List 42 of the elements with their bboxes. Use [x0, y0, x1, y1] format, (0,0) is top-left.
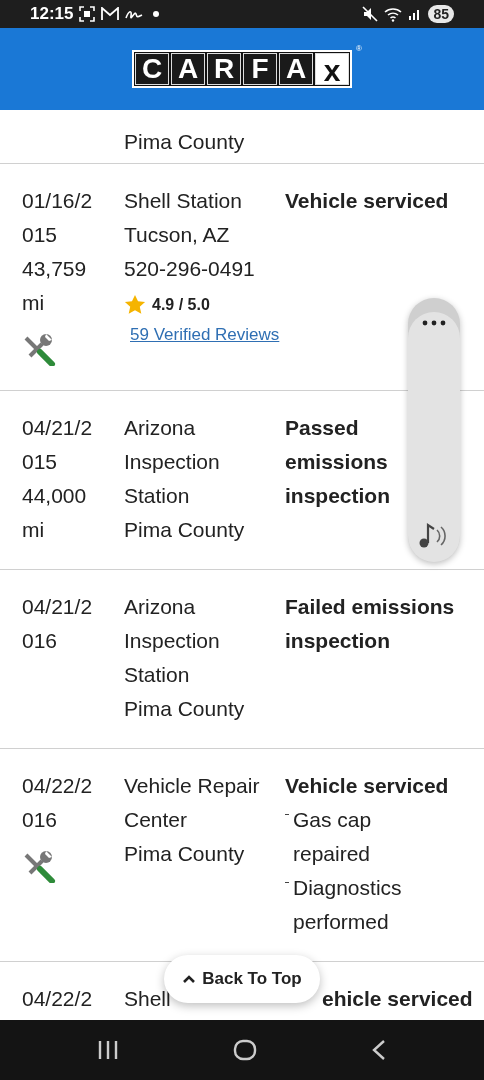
registered-mark: ® [356, 44, 362, 53]
mileage: 44,000 mi [22, 483, 88, 543]
clock: 12:15 [30, 4, 74, 24]
carfax-logo: C A R F A x [132, 50, 352, 88]
mail-icon [101, 7, 120, 21]
location-text: Pima County [124, 129, 246, 155]
location-text: Shell Station [124, 188, 243, 214]
event-title: Failed emissions inspection [285, 594, 456, 654]
music-note-icon[interactable] [418, 520, 448, 550]
location-text: Vehicle Repair Center [124, 773, 261, 833]
more-icon[interactable] [422, 320, 446, 326]
service-date: 04/21/2015 [22, 415, 94, 475]
event-title: ehicle serviced [322, 986, 473, 1012]
service-date: 04/22/2 [22, 986, 94, 1012]
battery-level: 85 [428, 5, 454, 23]
reviews-link[interactable]: 59 Verified Reviews [130, 320, 280, 350]
event-title: Vehicle serviced [285, 188, 450, 214]
location-text: Pima County [124, 696, 246, 722]
signature-icon [125, 8, 144, 20]
screenshot-icon [79, 6, 96, 22]
service-item: Gas cap repaired [293, 807, 373, 867]
location-text: Arizona Inspection Station [124, 594, 221, 688]
back-icon[interactable] [371, 1039, 387, 1061]
rating-score: 4.9 / 5.0 [152, 295, 210, 315]
mileage: 43,759 mi [22, 256, 88, 316]
mute-icon [362, 6, 379, 22]
home-icon[interactable] [233, 1039, 257, 1061]
wifi-icon [384, 6, 403, 22]
service-date: 04/22/2016 [22, 773, 94, 833]
service-date: 04/21/2016 [22, 594, 94, 654]
location-text: Pima County [124, 517, 246, 543]
location-text: Arizona Inspection Station [124, 415, 221, 509]
location-text: Pima County [124, 841, 246, 867]
location-text: 520-296-0491 [124, 256, 256, 282]
location-text: Tucson, AZ [124, 222, 231, 248]
star-icon [124, 294, 146, 316]
recent-apps-icon[interactable] [97, 1040, 119, 1060]
service-item: Diagnostics performed [293, 875, 403, 935]
event-title: Passed emissions inspection [285, 415, 391, 509]
event-title: Vehicle serviced [285, 773, 450, 799]
service-date: 01/16/2015 [22, 188, 94, 248]
caret-icon [182, 974, 197, 984]
